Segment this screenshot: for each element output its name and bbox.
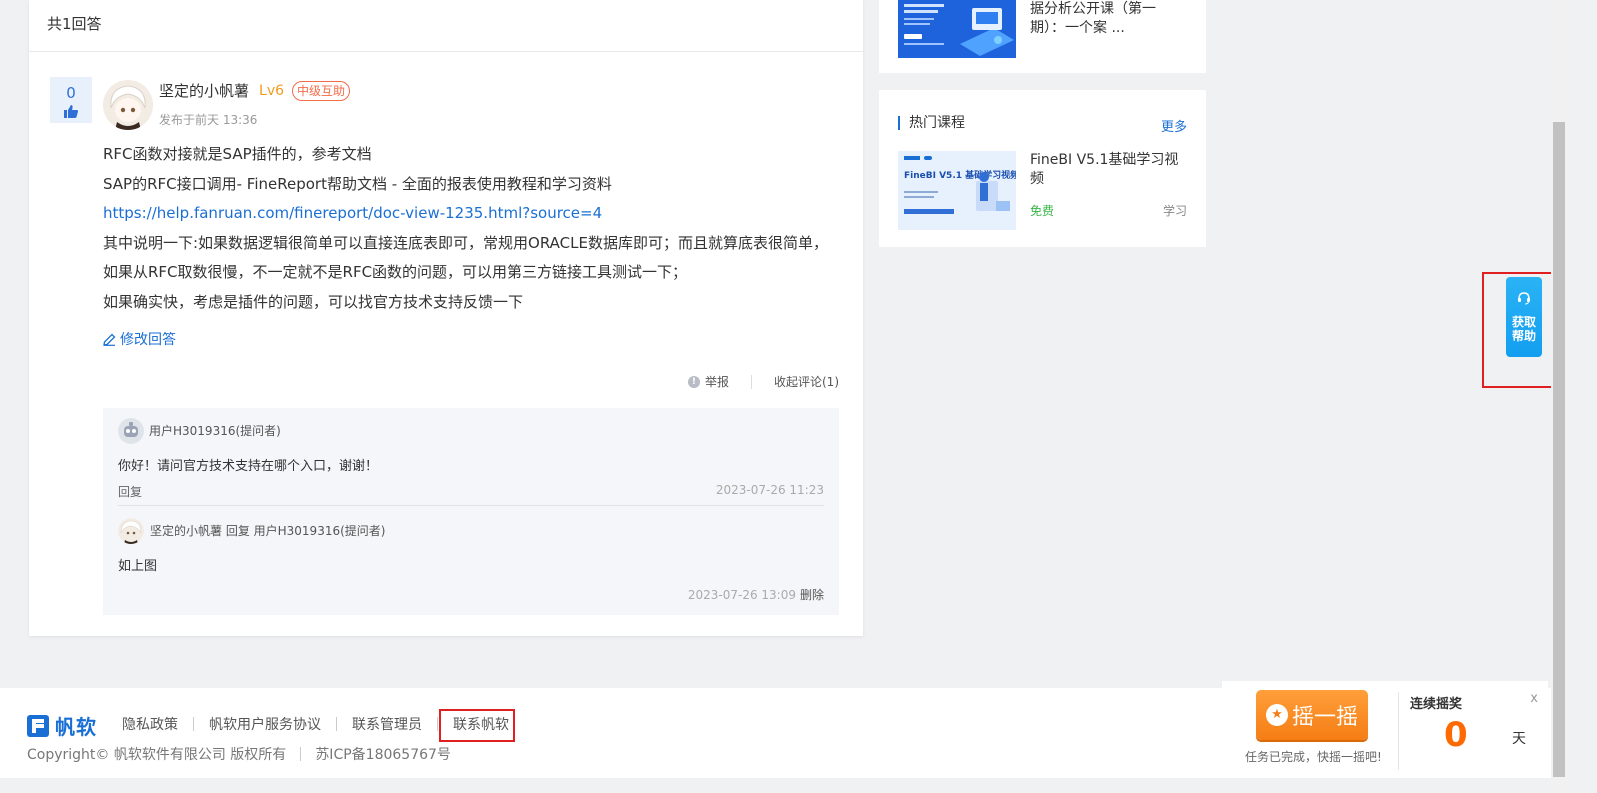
answer-line: RFC函数对接就是SAP插件的，参考文档 bbox=[103, 145, 372, 163]
divider bbox=[751, 374, 752, 389]
icp-link[interactable]: 苏ICP备18065767号 bbox=[315, 744, 451, 764]
edit-answer-button[interactable]: 修改回答 bbox=[103, 329, 176, 349]
user-agreement-link[interactable]: 帆软用户服务协议 bbox=[209, 714, 321, 734]
comment-date: 2023-07-26 13:09 bbox=[687, 588, 796, 602]
comment-text: 你好！请问官方技术支持在哪个入口，谢谢！ bbox=[118, 459, 379, 474]
divider bbox=[1398, 692, 1399, 770]
edit-answer-label: 修改回答 bbox=[120, 332, 176, 348]
commenter-name[interactable]: 用户H3019316(提问者) bbox=[149, 422, 281, 439]
recommended-course-card: 据分析公开课（第一期）：一个案 ... bbox=[879, 0, 1206, 73]
comments-panel: 用户H3019316(提问者) 你好！请问官方技术支持在哪个入口，谢谢！ 回复 … bbox=[103, 408, 839, 615]
shake-tip: 任务已完成，快摇一摇吧! bbox=[1245, 750, 1382, 764]
hot-courses-card: 热门课程 更多 FineBI V5.1 基础学习视频 FineBI V5.1基础… bbox=[879, 90, 1206, 247]
hot-courses-title: 热门课程 bbox=[898, 116, 965, 130]
info-icon: ! bbox=[687, 375, 700, 388]
get-help-label: 获取帮助 bbox=[1511, 315, 1536, 343]
commenter-avatar[interactable] bbox=[118, 518, 144, 544]
comment-meta: 2023-07-26 13:09 删除 bbox=[688, 586, 824, 603]
report-button[interactable]: ! 举报 bbox=[687, 373, 729, 390]
answer-line: SAP的RFC接口调用- FineReport帮助文档 - 全面的报表使用教程和… bbox=[103, 174, 612, 193]
answerer-name[interactable]: 坚定的小帆薯 bbox=[159, 80, 249, 101]
lucky-draw-panel: ★ 摇一摇 任务已完成，快摇一摇吧! 连续摇奖 x 0 天 bbox=[1222, 681, 1548, 778]
contact-admin-link[interactable]: 联系管理员 bbox=[352, 714, 422, 734]
divider bbox=[336, 717, 337, 731]
answer-actions: ! 举报 收起评论(1) bbox=[687, 373, 839, 390]
privacy-policy-link[interactable]: 隐私政策 bbox=[122, 714, 178, 734]
headset-icon bbox=[1518, 292, 1530, 305]
more-courses-link[interactable]: 更多 bbox=[1161, 116, 1187, 135]
close-button[interactable]: x bbox=[1530, 691, 1538, 706]
comment-date: 2023-07-26 11:23 bbox=[715, 483, 824, 497]
collapse-comments-button[interactable]: 收起评论(1) bbox=[774, 373, 839, 390]
course-thumbnail[interactable] bbox=[898, 0, 1016, 58]
get-help-button[interactable]: 获取帮助 bbox=[1506, 277, 1542, 357]
course-title[interactable]: FineBI V5.1基础学习视频 bbox=[1030, 151, 1182, 189]
answer-count: 共1回答 bbox=[29, 0, 863, 52]
course-price: 免费 bbox=[1030, 204, 1055, 218]
learn-button[interactable]: 学习 bbox=[1163, 202, 1187, 219]
doc-link[interactable]: https://help.fanruan.com/finereport/doc-… bbox=[103, 204, 602, 222]
streak-count: 0 bbox=[1444, 715, 1468, 755]
commenter-avatar[interactable] bbox=[118, 418, 144, 444]
comment-item: 用户H3019316(提问者) 你好！请问官方技术支持在哪个入口，谢谢！ 回复 … bbox=[118, 408, 824, 506]
shake-button-label: 摇一摇 bbox=[1291, 705, 1358, 730]
scrollbar-thumb[interactable] bbox=[1553, 122, 1565, 777]
answerer-info: 坚定的小帆薯 Lv6 中级互助 bbox=[159, 80, 351, 101]
answer-line: 其中说明一下:如果数据逻辑很简单可以直接连底表即可，常规用ORACLE数据库即可… bbox=[103, 233, 828, 282]
thumb-title: FineBI V5.1 基础学习视频 bbox=[904, 169, 1016, 181]
report-label: 举报 bbox=[704, 375, 729, 389]
brand-name: 帆软 bbox=[55, 715, 97, 739]
answer-body: RFC函数对接就是SAP插件的，参考文档 SAP的RFC接口调用- FineRe… bbox=[103, 140, 838, 317]
shake-button[interactable]: ★ 摇一摇 bbox=[1256, 690, 1368, 740]
post-time: 发布于前天 13:36 bbox=[159, 113, 258, 127]
vote-count: 0 bbox=[66, 84, 76, 102]
gift-icon: ★ bbox=[1265, 704, 1288, 726]
streak-label: 连续摇奖 bbox=[1410, 697, 1463, 712]
user-level: Lv6 bbox=[259, 82, 285, 99]
divider bbox=[437, 717, 438, 731]
course-title[interactable]: 据分析公开课（第一期）：一个案 ... bbox=[1030, 0, 1180, 38]
copyright-text: Copyright© 帆软软件有限公司 版权所有 bbox=[27, 747, 287, 763]
streak-unit: 天 bbox=[1512, 731, 1526, 747]
answer-line: 如果确实快，考虑是插件的问题，可以找官方技术支持反馈一下 bbox=[103, 292, 524, 311]
thumbs-up-icon bbox=[64, 105, 78, 118]
delete-comment-button[interactable]: 删除 bbox=[800, 588, 824, 602]
comment-text: 如上图 bbox=[118, 559, 158, 574]
commenter-name[interactable]: 坚定的小帆薯 回复 用户H3019316(提问者) bbox=[150, 522, 385, 539]
divider bbox=[193, 717, 194, 731]
upvote-button[interactable]: 0 bbox=[50, 77, 92, 123]
answer-card: 共1回答 0 坚定的小帆薯 Lv6 中级互助 发布于前天 13:36 RFC函数… bbox=[29, 0, 863, 636]
contact-highlight-outline bbox=[439, 709, 515, 742]
footer-logo[interactable]: 帆软 bbox=[27, 711, 97, 740]
reply-button[interactable]: 回复 bbox=[118, 483, 142, 500]
fanruan-logo-icon bbox=[27, 714, 49, 737]
divider bbox=[300, 747, 302, 761]
pencil-icon bbox=[103, 333, 116, 346]
user-badge: 中级互助 bbox=[292, 80, 351, 101]
answerer-avatar[interactable] bbox=[103, 80, 153, 130]
course-thumbnail[interactable]: FineBI V5.1 基础学习视频 bbox=[898, 151, 1016, 230]
copyright: Copyright© 帆软软件有限公司 版权所有 苏ICP备18065767号 bbox=[27, 744, 451, 764]
